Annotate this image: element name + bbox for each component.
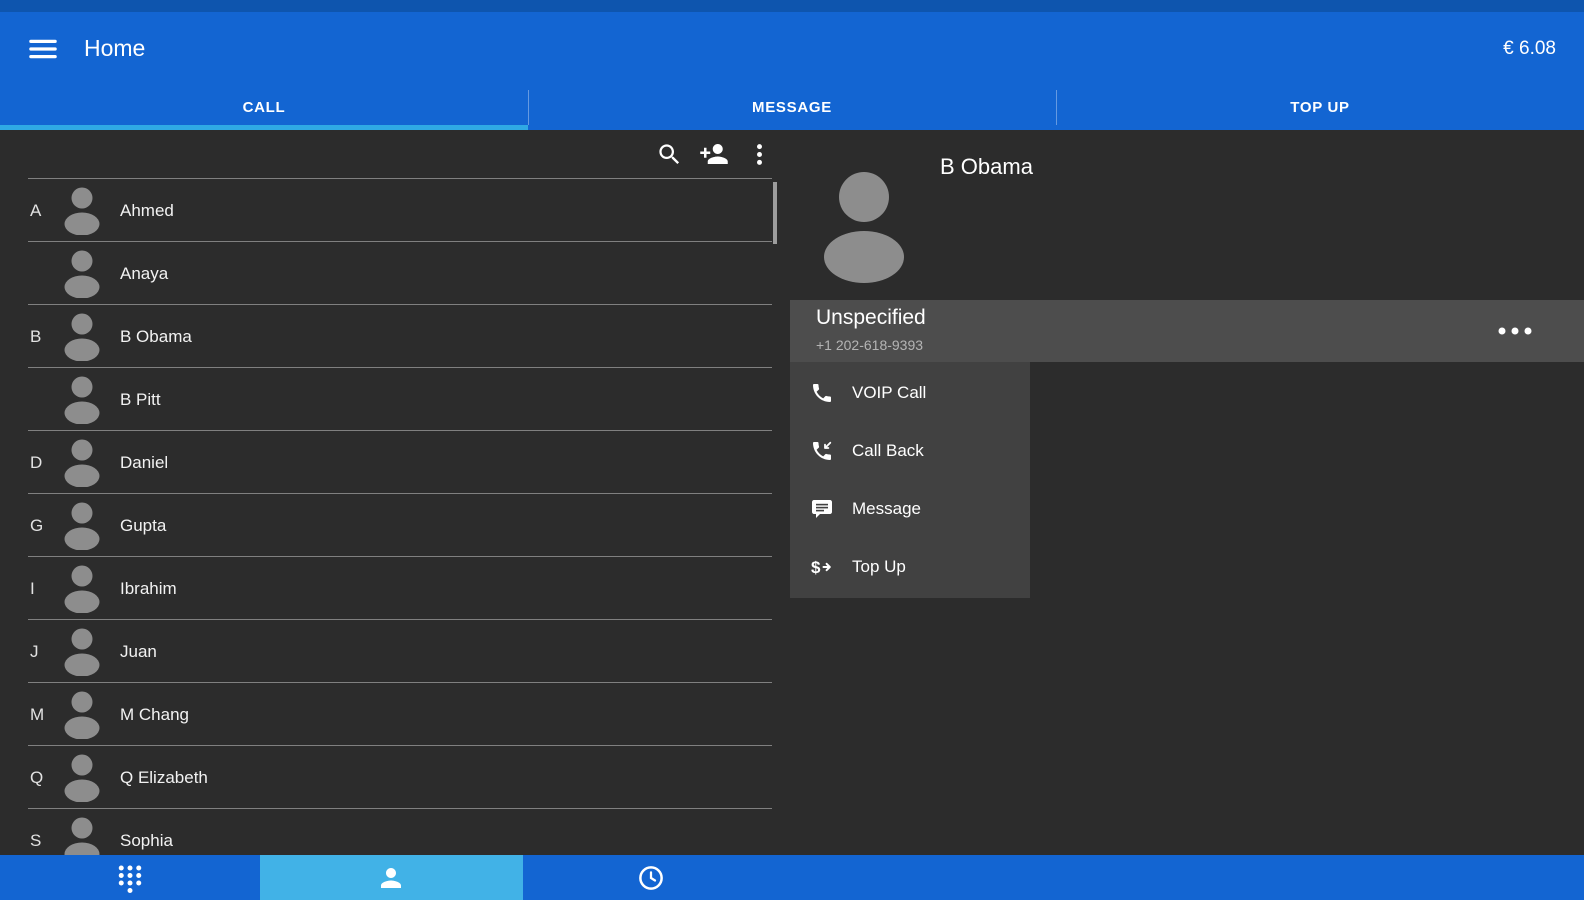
tab-top-up[interactable]: TOP UP [1056,85,1584,130]
number-label: Unspecified [816,306,926,330]
contacts-toolbar [0,130,778,178]
contact-group-letter: A [30,201,60,221]
detail-contact-name: B Obama [940,154,1033,180]
overflow-menu-icon[interactable] [744,139,774,169]
contact-row[interactable]: I Ibrahim [0,557,778,620]
contact-group-letter: Q [30,768,60,788]
tab-call[interactable]: CALL [0,85,528,130]
account-balance: € 6.08 [1503,38,1556,60]
action-label: Message [852,499,921,519]
dialpad-icon[interactable] [115,863,145,893]
tab-bar: CALL MESSAGE TOP UP [0,85,1584,130]
call-back-icon [810,439,834,463]
contact-row[interactable]: S Sophia [0,809,778,855]
contact-group-letter: J [30,642,60,662]
contact-avatar-icon [60,754,104,802]
contact-group-letter: B [30,327,60,347]
contact-detail-panel: B Obama Unspecified +1 202-618-9393 VOIP… [778,130,1584,855]
action-label: VOIP Call [852,383,926,403]
history-clock-icon[interactable] [636,863,666,893]
contact-row[interactable]: B B Obama [0,305,778,368]
phone-number: +1 202-618-9393 [816,337,923,353]
action-label: Call Back [852,441,924,461]
contact-avatar-icon [60,376,104,424]
detail-avatar-icon [820,171,908,283]
contact-row[interactable]: B Pitt [0,368,778,431]
contact-row[interactable]: G Gupta [0,494,778,557]
contact-name: Daniel [120,453,168,473]
app-bar: Home € 6.08 [0,12,1584,85]
contact-avatar-icon [60,439,104,487]
contact-avatar-icon [60,691,104,739]
hamburger-menu-icon[interactable] [28,34,58,64]
contact-name: Gupta [120,516,166,536]
phone-number-row[interactable]: Unspecified +1 202-618-9393 [790,300,1584,362]
contact-name: Ibrahim [120,579,177,599]
search-icon[interactable] [654,139,684,169]
top-up-icon: $ [810,555,834,579]
contact-row[interactable]: Q Q Elizabeth [0,746,778,809]
contact-name: B Obama [120,327,192,347]
list-scrollbar[interactable] [773,182,777,244]
contact-action-menu: VOIP Call Call Back Message $ Top Up [790,362,1030,598]
contact-avatar-icon [60,313,104,361]
voip-call-icon [810,381,834,405]
more-dots-icon[interactable] [1498,327,1532,335]
page-title: Home [84,35,145,62]
contact-name: Sophia [120,831,173,851]
contact-group-letter: M [30,705,60,725]
contact-group-letter: I [30,579,60,599]
contact-avatar-icon [60,187,104,235]
action-top-up[interactable]: $ Top Up [790,538,1030,596]
contact-name: Juan [120,642,157,662]
contact-name: B Pitt [120,390,161,410]
status-bar [0,0,1584,12]
contact-name: Ahmed [120,201,174,221]
contact-name: M Chang [120,705,189,725]
contacts-panel: A Ahmed Anaya B B Obama B Pitt D [0,130,778,855]
add-contact-icon[interactable] [699,139,729,169]
svg-text:$: $ [811,558,821,577]
contact-row[interactable]: Anaya [0,242,778,305]
contact-avatar-icon [60,250,104,298]
contact-row[interactable]: M M Chang [0,683,778,746]
action-label: Top Up [852,557,906,577]
contacts-tab-icon[interactable] [376,863,406,893]
action-message[interactable]: Message [790,480,1030,538]
action-voip-call[interactable]: VOIP Call [790,364,1030,422]
contact-group-letter: S [30,831,60,851]
contact-list: A Ahmed Anaya B B Obama B Pitt D [0,179,778,855]
bottom-nav-bar [0,855,1584,900]
contact-row[interactable]: A Ahmed [0,179,778,242]
contact-avatar-icon [60,502,104,550]
contact-row[interactable]: J Juan [0,620,778,683]
active-tab-indicator [0,125,528,130]
action-call-back[interactable]: Call Back [790,422,1030,480]
contact-avatar-icon [60,817,104,856]
contact-avatar-icon [60,565,104,613]
contact-row[interactable]: D Daniel [0,431,778,494]
tab-message[interactable]: MESSAGE [528,85,1056,130]
message-icon [810,497,834,521]
contact-name: Anaya [120,264,168,284]
contact-name: Q Elizabeth [120,768,208,788]
contact-group-letter: D [30,453,60,473]
contact-avatar-icon [60,628,104,676]
contact-group-letter: G [30,516,60,536]
